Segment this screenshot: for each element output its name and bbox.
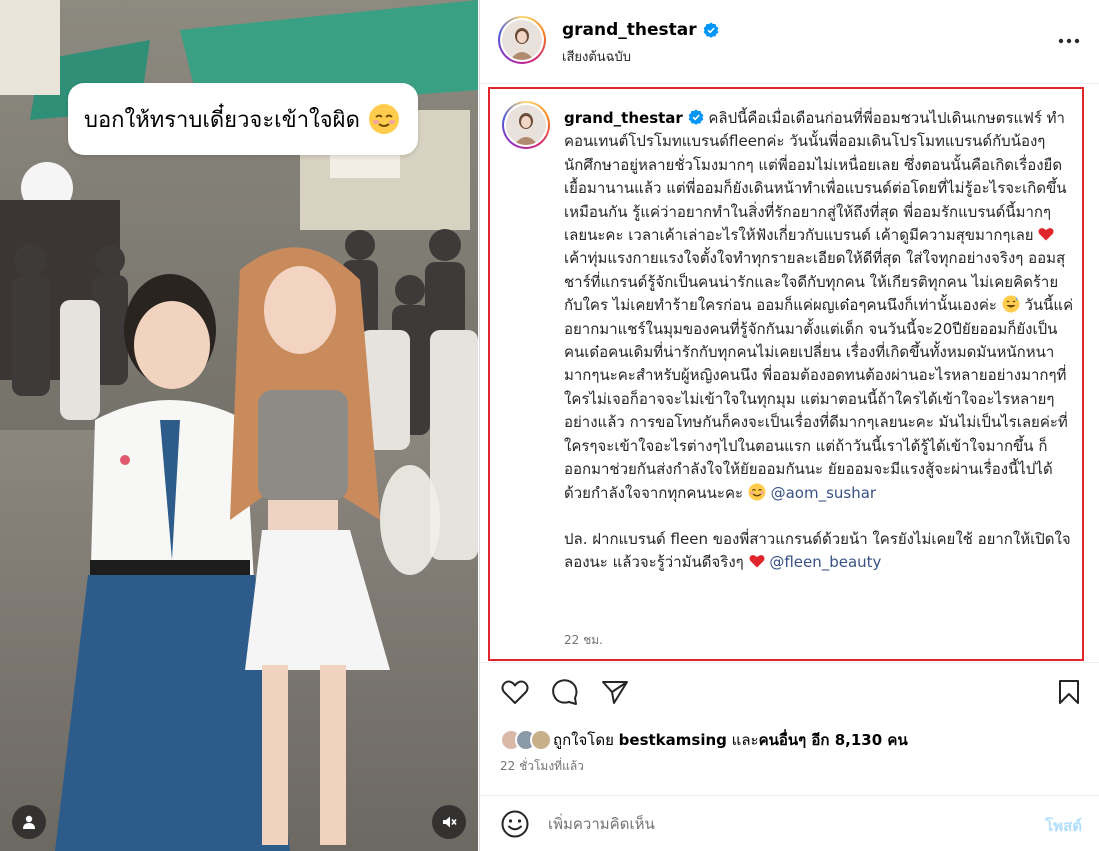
tagged-users-button[interactable] (12, 805, 46, 839)
caption-text: grand_thestar คลิปนี้คือเมื่อเดือนก่อนที… (564, 107, 1074, 575)
likes-prefix: ถูกใจโดย (553, 731, 614, 749)
caption-author-avatar[interactable] (502, 101, 550, 149)
overlay-caption-text: บอกให้ทราบเดี๋ยวจะเข้าใจผิด (84, 107, 360, 133)
mention-aom-sushar-link[interactable]: @aom_sushar (771, 484, 876, 502)
liker-avatars[interactable] (500, 729, 552, 751)
post-header: grand_thestar เสียงต้นฉบับ (480, 0, 1099, 84)
caption-ps: ปล. ฝากแบรนด์ fleen ของพี่สาวแกรนด์ด้วยน… (564, 528, 1074, 575)
caption-highlight-box: grand_thestar คลิปนี้คือเมื่อเดือนก่อนที… (488, 87, 1084, 661)
send-icon (602, 681, 628, 704)
bookmark-icon (1059, 680, 1079, 704)
author-username-text[interactable]: grand_thestar (562, 20, 697, 40)
likes-and: และ (731, 731, 759, 749)
caption-timestamp[interactable]: 22 ชม. (564, 631, 603, 650)
verified-badge-icon (688, 109, 703, 125)
like-button[interactable] (500, 677, 530, 707)
author-avatar[interactable] (498, 16, 546, 64)
author-username[interactable]: grand_thestar (562, 20, 719, 40)
relieved-face-icon (368, 103, 400, 135)
post-media-video[interactable]: บอกให้ทราบเดี๋ยวจะเข้าใจผิด (0, 0, 478, 851)
comment-button[interactable] (550, 677, 580, 707)
audio-label[interactable]: เสียงต้นฉบับ (562, 46, 631, 67)
comment-input[interactable] (548, 810, 1018, 838)
likes-summary: ถูกใจโดย bestkamsing และ คนอื่นๆ อีก 8,13… (500, 726, 908, 754)
share-button[interactable] (600, 677, 630, 707)
mute-toggle-button[interactable] (432, 805, 466, 839)
mention-fleen-beauty-link[interactable]: @fleen_beauty (769, 553, 881, 571)
emoji-picker-button[interactable] (500, 809, 530, 839)
likes-others-link[interactable]: คนอื่นๆ อีก 8,130 คน (759, 728, 908, 752)
caption-username[interactable]: grand_thestar (564, 109, 683, 127)
post-details-panel: grand_thestar เสียงต้นฉบับ grand_thestar (479, 0, 1099, 851)
red-heart-emoji-icon (1038, 228, 1054, 241)
smiley-icon (501, 810, 529, 838)
comment-icon (552, 679, 578, 705)
red-heart-emoji-icon (749, 555, 765, 568)
post-actions-bar (480, 662, 1099, 722)
smiling-eyes-emoji-icon (748, 483, 766, 500)
comment-composer: โพสต์ (480, 795, 1099, 851)
person-icon (23, 815, 35, 829)
speaker-muted-icon (443, 816, 457, 828)
post-comment-button[interactable]: โพสต์ (1045, 814, 1082, 838)
video-text-overlay: บอกให้ทราบเดี๋ยวจะเข้าใจผิด (68, 83, 418, 155)
caption-body-part-3: วันนี้แค่อยากมาแชร์ในมุมของคนที่รู้จักกั… (564, 296, 1074, 502)
save-button[interactable] (1054, 677, 1084, 707)
more-horizontal-icon (1058, 38, 1080, 44)
caption-body-part-2: เค้าทุ่มแรงกายแรงใจตั้งใจทำทุกรายละเอียด… (564, 249, 1066, 315)
verified-badge-icon (703, 22, 718, 38)
post-age[interactable]: 22 ชั่วโมงที่แล้ว (500, 757, 584, 776)
liker-username-link[interactable]: bestkamsing (619, 731, 727, 749)
liker-avatar (530, 729, 552, 751)
more-options-button[interactable] (1056, 28, 1082, 54)
grinning-sweat-emoji-icon (1002, 295, 1020, 313)
caption-body-part-1: คลิปนี้คือเมื่อเดือนก่อนที่พี่ออมชวนไปเด… (564, 109, 1067, 245)
heart-icon (501, 680, 529, 704)
